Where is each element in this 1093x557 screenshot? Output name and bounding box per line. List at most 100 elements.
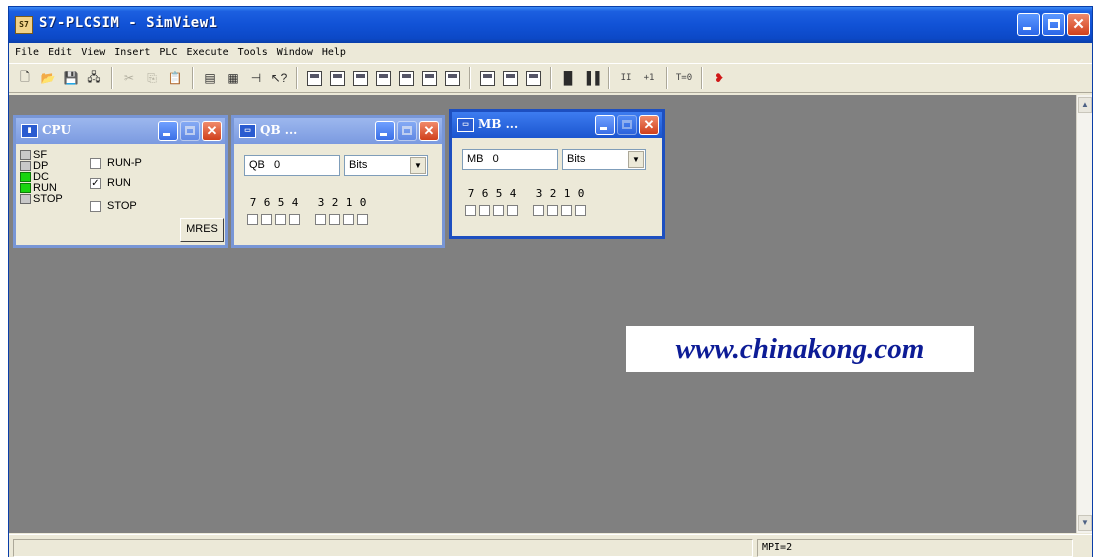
next-scan-button[interactable]: +1 <box>639 68 659 88</box>
mb-close-button[interactable]: ✕ <box>639 115 659 135</box>
open-folder-icon[interactable]: 📂 <box>38 68 58 88</box>
status-mpi: MPI=2 <box>757 539 1073 557</box>
qb-bit-6[interactable] <box>261 214 272 225</box>
context-help-icon[interactable]: ↖? <box>269 68 289 88</box>
mode-run-p[interactable]: RUN-P <box>90 157 142 169</box>
toolbar-separator <box>192 67 194 89</box>
toolbar-separator <box>608 67 610 89</box>
mode-run[interactable]: ✓ RUN <box>90 177 131 189</box>
menu-edit[interactable]: Edit <box>48 47 72 58</box>
qb-maximize-button[interactable] <box>397 121 417 141</box>
mb-bit-6[interactable] <box>479 205 490 216</box>
qb-minimize-button[interactable] <box>375 121 395 141</box>
title-bar[interactable]: S7 S7-PLCSIM - SimView1 ✕ <box>9 7 1092 43</box>
insert-input-icon[interactable] <box>304 68 324 88</box>
window-title: S7-PLCSIM - SimView1 <box>39 15 218 31</box>
insert-stacks-icon[interactable] <box>523 68 543 88</box>
pin-icon[interactable]: ⊣ <box>246 68 266 88</box>
cpu-minimize-button[interactable] <box>158 121 178 141</box>
menu-plc[interactable]: PLC <box>159 47 177 58</box>
single-scan-icon[interactable]: ▐▌ <box>558 68 578 88</box>
chevron-down-icon[interactable]: ▼ <box>628 151 644 168</box>
qb-bit-4[interactable] <box>289 214 300 225</box>
qb-window[interactable]: ▭ QB ... ✕ QB 0 Bits ▼ 76543210 <box>231 115 445 248</box>
qb-bit-1[interactable] <box>343 214 354 225</box>
close-button[interactable]: ✕ <box>1067 13 1090 36</box>
mode-run-checkbox[interactable]: ✓ <box>90 177 101 189</box>
qb-bit-0[interactable] <box>357 214 368 225</box>
app-icon[interactable]: S7 <box>15 16 33 34</box>
qb-close-button[interactable]: ✕ <box>419 121 439 141</box>
maximize-button[interactable] <box>1042 13 1065 36</box>
status-bar: MPI=2 <box>9 534 1092 557</box>
insert-output-icon[interactable] <box>327 68 347 88</box>
menu-tools[interactable]: Tools <box>238 47 268 58</box>
new-file-icon[interactable]: 🗋 <box>15 68 35 88</box>
copy-icon[interactable]: ⎘ <box>142 68 162 88</box>
mode-stop[interactable]: STOP <box>90 200 137 212</box>
cpu-maximize-button[interactable] <box>180 121 200 141</box>
mode-run-p-checkbox[interactable] <box>90 157 101 169</box>
menu-file[interactable]: File <box>15 47 39 58</box>
insert-generic-icon[interactable] <box>419 68 439 88</box>
mb-bit-3[interactable] <box>533 205 544 216</box>
toolbar-separator <box>701 67 703 89</box>
toolbar-separator <box>296 67 298 89</box>
mb-bit-2[interactable] <box>547 205 558 216</box>
continuous-scan-icon[interactable]: ▐▐ <box>581 68 601 88</box>
qb-bit-5[interactable] <box>275 214 286 225</box>
menu-help[interactable]: Help <box>322 47 346 58</box>
network-icon[interactable]: 🖧 <box>84 68 104 88</box>
insert-counter-icon[interactable] <box>396 68 416 88</box>
insert-timer-icon[interactable] <box>373 68 393 88</box>
menu-execute[interactable]: Execute <box>186 47 228 58</box>
chevron-down-icon[interactable]: ▼ <box>410 157 426 174</box>
toolbar-separator <box>469 67 471 89</box>
insert-accumulators-icon[interactable] <box>477 68 497 88</box>
vertical-scrollbar[interactable]: ▲ ▼ <box>1076 95 1092 533</box>
pause-icon[interactable]: II <box>616 68 636 88</box>
mres-button[interactable]: MRES <box>180 218 224 242</box>
mb-window-title-bar[interactable]: ▭ MB ... ✕ <box>452 112 662 138</box>
mb-address-input[interactable]: MB 0 <box>462 149 558 170</box>
led-dc: DC <box>20 172 49 183</box>
mb-format-select[interactable]: Bits ▼ <box>562 149 646 170</box>
menu-view[interactable]: View <box>81 47 105 58</box>
qb-bit-2[interactable] <box>329 214 340 225</box>
insert-block-registers-icon[interactable] <box>500 68 520 88</box>
cpu-window[interactable]: ▮ CPU ✕ SF DP DC RUN STOP RUN-P ✓ RUN ST… <box>13 115 228 248</box>
tile-icon[interactable]: ▦ <box>223 68 243 88</box>
qb-format-select[interactable]: Bits ▼ <box>344 155 428 176</box>
qb-window-title-bar[interactable]: ▭ QB ... ✕ <box>234 118 442 144</box>
led-dp: DP <box>20 161 48 172</box>
mb-bit-5[interactable] <box>493 205 504 216</box>
insert-vertical-bits-icon[interactable] <box>442 68 462 88</box>
mb-bit-1[interactable] <box>561 205 572 216</box>
mb-bit-4[interactable] <box>507 205 518 216</box>
menu-insert[interactable]: Insert <box>114 47 150 58</box>
mb-maximize-button[interactable] <box>617 115 637 135</box>
cpu-close-button[interactable]: ✕ <box>202 121 222 141</box>
cascade-icon[interactable]: ▤ <box>200 68 220 88</box>
save-icon[interactable]: 💾 <box>61 68 81 88</box>
qb-address-input[interactable]: QB 0 <box>244 155 340 176</box>
scroll-down-icon[interactable]: ▼ <box>1078 515 1092 531</box>
cut-icon[interactable]: ✂ <box>119 68 139 88</box>
insert-bit-memory-icon[interactable] <box>350 68 370 88</box>
toolbar: 🗋 📂 💾 🖧 ✂ ⎘ 📋 ▤ ▦ ⊣ ↖? ▐▌ ▐▐ II +1 T=0 ❥ <box>9 63 1092 93</box>
mb-window[interactable]: ▭ MB ... ✕ MB 0 Bits ▼ 76543210 <box>449 109 665 239</box>
main-window: S7 S7-PLCSIM - SimView1 ✕ File Edit View… <box>8 6 1093 557</box>
mb-minimize-button[interactable] <box>595 115 615 135</box>
simulation-pin-icon[interactable]: ❥ <box>709 68 729 88</box>
clear-timers-button[interactable]: T=0 <box>674 68 694 88</box>
cpu-window-title-bar[interactable]: ▮ CPU ✕ <box>16 118 225 144</box>
mb-bit-0[interactable] <box>575 205 586 216</box>
paste-icon[interactable]: 📋 <box>165 68 185 88</box>
mode-stop-checkbox[interactable] <box>90 200 101 212</box>
minimize-button[interactable] <box>1017 13 1040 36</box>
qb-bit-7[interactable] <box>247 214 258 225</box>
menu-window[interactable]: Window <box>277 47 313 58</box>
qb-bit-3[interactable] <box>315 214 326 225</box>
mb-bit-7[interactable] <box>465 205 476 216</box>
scroll-up-icon[interactable]: ▲ <box>1078 97 1092 113</box>
